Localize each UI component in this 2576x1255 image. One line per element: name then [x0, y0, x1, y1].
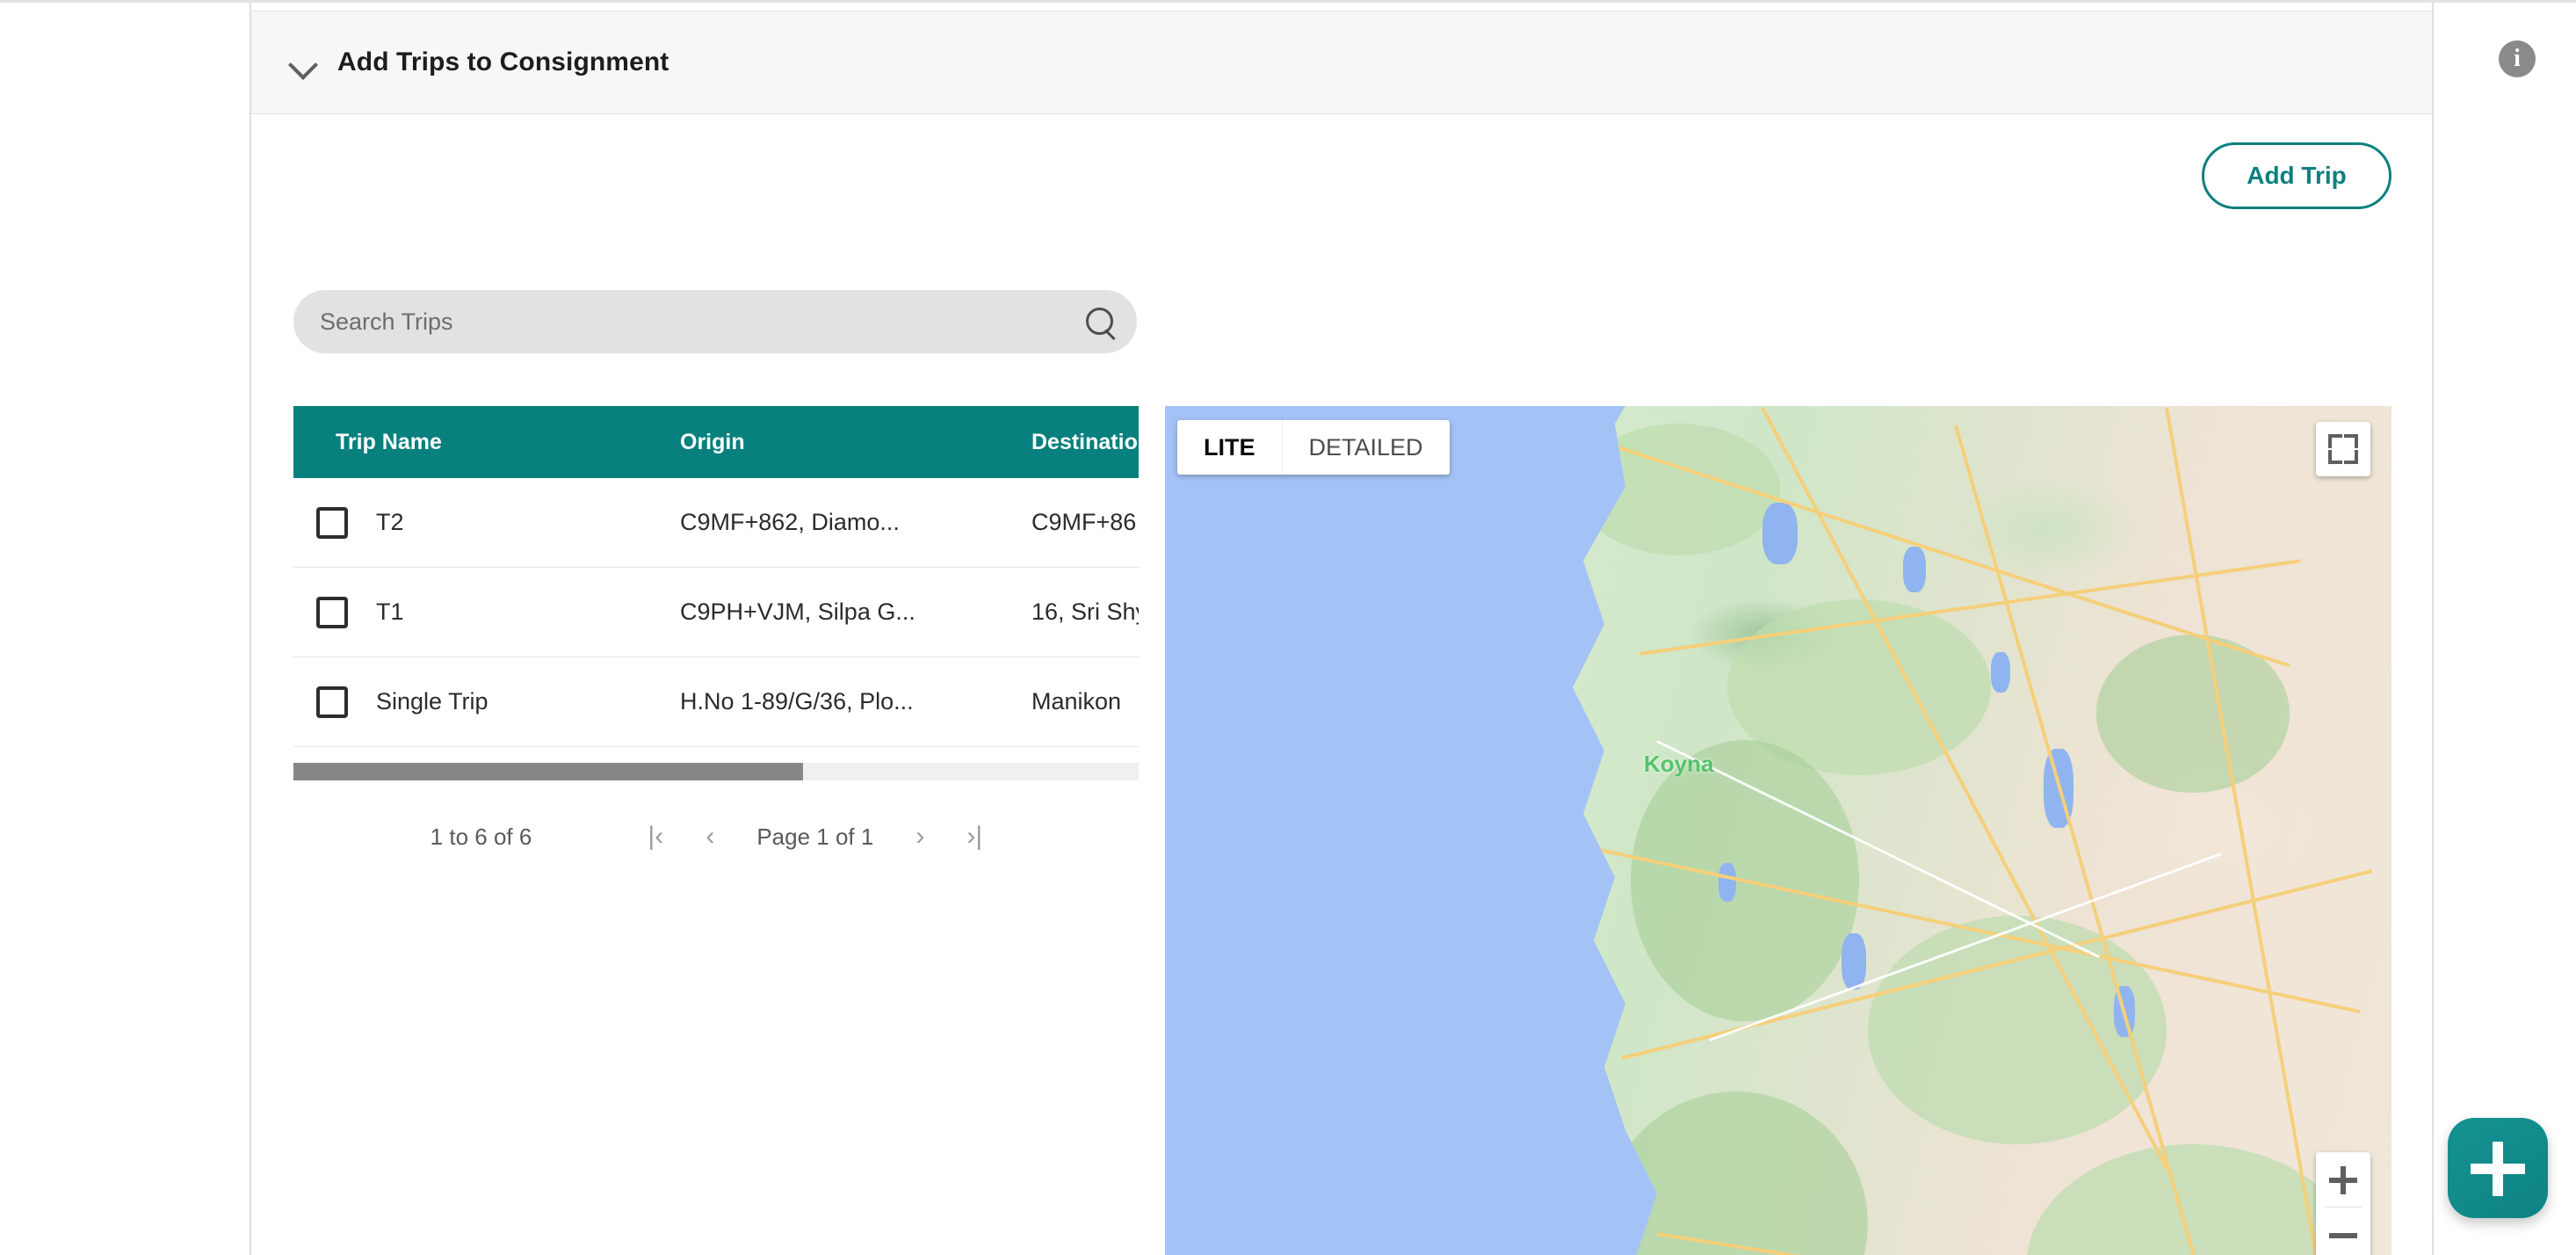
pagination-last-button[interactable]: ›|	[947, 822, 1002, 852]
table-body: T2 C9MF+862, Diamo... C9MF+86 T1 C9PH+VJ…	[293, 478, 1139, 758]
screen-root: Add Trips to Consignment Add Trip Trip N…	[0, 0, 2576, 1255]
pagination: 1 to 6 of 6 |‹ ‹ Page 1 of 1 › ›|	[293, 802, 1139, 872]
row-checkbox[interactable]	[316, 686, 348, 718]
pagination-next-button[interactable]: ›	[893, 822, 947, 852]
pagination-range: 1 to 6 of 6	[430, 823, 532, 850]
add-floating-action-button[interactable]	[2448, 1118, 2548, 1218]
chevron-down-icon[interactable]	[288, 47, 318, 77]
map-mode-lite[interactable]: LITE	[1177, 420, 1282, 475]
table-row[interactable]: Single Trip H.No 1-89/G/36, Plo... Manik…	[293, 657, 1139, 747]
map-view[interactable]: Koyna LITE DETAILED	[1165, 406, 2391, 1255]
search-icon[interactable]	[1075, 290, 1137, 353]
map-mode-detailed[interactable]: DETAILED	[1281, 420, 1450, 475]
right-divider	[2432, 3, 2434, 1255]
table-horizontal-scrollbar[interactable]	[293, 763, 1139, 780]
table-header-row: Trip Name Origin Destination	[293, 406, 1139, 478]
cell-destination: Manikon	[1031, 688, 1122, 715]
cell-trip-name: T2	[376, 509, 404, 535]
scrollbar-thumb[interactable]	[293, 763, 803, 780]
cell-origin: C9PH+VJM, Silpa G...	[680, 598, 915, 625]
pagination-prev-button[interactable]: ‹	[683, 822, 737, 852]
map-zoom-controls[interactable]	[2316, 1152, 2370, 1255]
fullscreen-icon[interactable]	[2316, 422, 2370, 476]
top-divider	[0, 0, 2576, 3]
cell-destination: 16, Sri Shy	[1031, 598, 1139, 625]
cell-trip-name: T1	[376, 598, 404, 625]
fullscreen-corner-tr	[2344, 434, 2358, 448]
search-input[interactable]	[293, 308, 1075, 336]
cell-destination: C9MF+86	[1031, 509, 1137, 535]
column-header-trip-name[interactable]: Trip Name	[293, 430, 680, 455]
page-title: Add Trips to Consignment	[337, 47, 669, 76]
pagination-first-button[interactable]: |‹	[628, 822, 683, 852]
zoom-out-icon[interactable]	[2316, 1208, 2370, 1255]
row-checkbox[interactable]	[316, 506, 348, 539]
map-label-koyna: Koyna	[1644, 751, 1714, 777]
info-icon[interactable]: i	[2499, 40, 2536, 77]
panel-header[interactable]: Add Trips to Consignment	[251, 11, 2432, 114]
map-mode-toggle[interactable]: LITE DETAILED	[1177, 420, 1450, 475]
fullscreen-corner-br	[2344, 450, 2358, 464]
search-trips-field[interactable]	[293, 290, 1137, 353]
cell-trip-name: Single Trip	[376, 688, 488, 715]
panel-body: Add Trip Trip Name Origin Destination	[251, 114, 2432, 1255]
fullscreen-corner-bl	[2328, 450, 2342, 464]
add-trips-panel: Add Trips to Consignment Add Trip Trip N…	[251, 11, 2432, 1255]
column-header-origin[interactable]: Origin	[680, 430, 1031, 455]
row-checkbox[interactable]	[316, 596, 348, 628]
cell-origin: C9MF+862, Diamo...	[680, 509, 900, 535]
cell-origin: H.No 1-89/G/36, Plo...	[680, 688, 914, 715]
zoom-in-icon[interactable]	[2316, 1152, 2370, 1207]
table-row[interactable]: T2 C9MF+862, Diamo... C9MF+86	[293, 478, 1139, 568]
column-header-destination[interactable]: Destination	[1031, 430, 1139, 455]
fullscreen-corner-tl	[2328, 434, 2342, 448]
table-row[interactable]: Geo-TEst H.No 1-89/G/36, Plo... Patrika …	[293, 747, 1139, 758]
pagination-page-label: Page 1 of 1	[756, 823, 874, 850]
map-land	[1573, 406, 2391, 1255]
trips-table: Trip Name Origin Destination T2 C9MF+862…	[293, 406, 1139, 758]
add-trip-button[interactable]: Add Trip	[2202, 142, 2391, 209]
table-row[interactable]: T1 C9PH+VJM, Silpa G... 16, Sri Shy	[293, 568, 1139, 657]
